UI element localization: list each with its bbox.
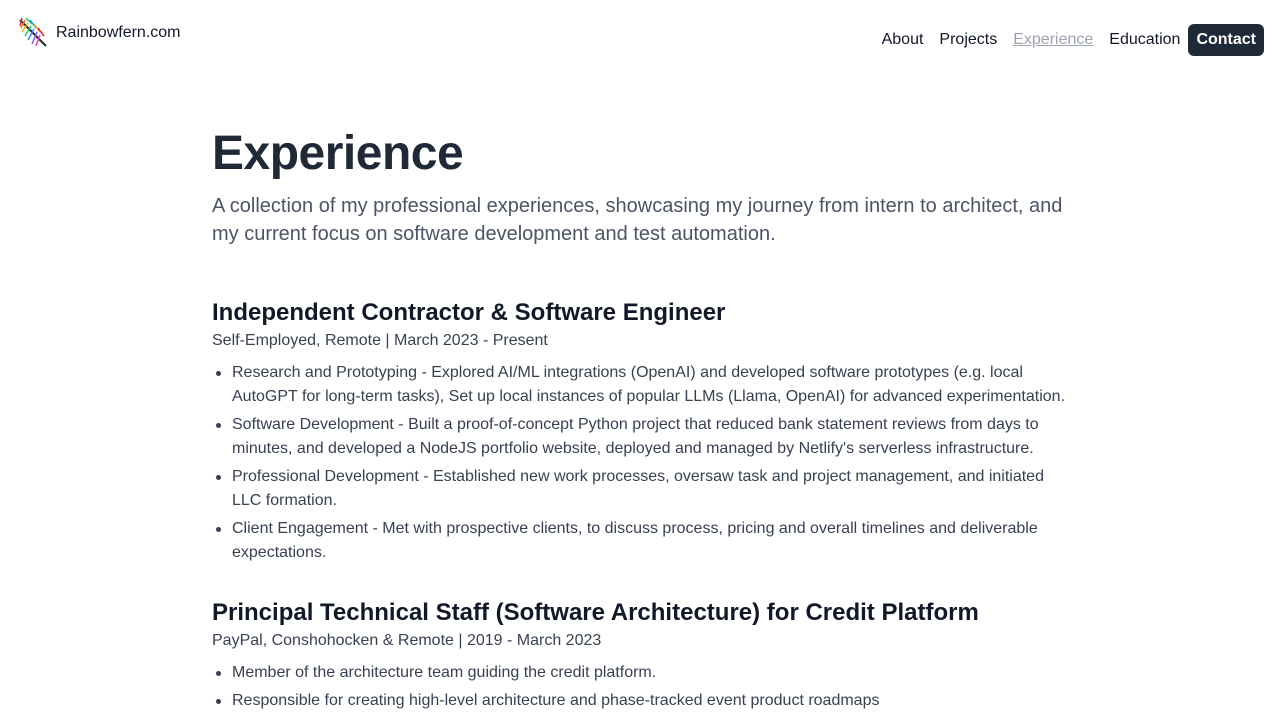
- nav-education[interactable]: Education: [1101, 24, 1188, 56]
- job-title: Principal Technical Staff (Software Arch…: [212, 599, 979, 626]
- main-nav: About Projects Experience Education Cont…: [874, 24, 1264, 56]
- list-item: Software Development - Built a proof-of-…: [212, 413, 1072, 461]
- brand-name: Rainbowfern.com: [56, 24, 181, 41]
- job-meta: PayPal, Conshohocken & Remote | 2019 - M…: [212, 632, 602, 649]
- nav-about[interactable]: About: [874, 24, 932, 56]
- list-item: Professional Development - Established n…: [212, 465, 1072, 513]
- job-entry: Independent Contractor & Software Engine…: [212, 297, 1072, 565]
- list-item: Member of the architecture team guiding …: [212, 661, 1072, 685]
- list-item: Responsible for creating high-level arch…: [212, 689, 1072, 713]
- page-title: Experience: [212, 127, 464, 180]
- job-meta: Self-Employed, Remote | March 2023 - Pre…: [212, 332, 548, 349]
- page-subtitle: A collection of my professional experien…: [212, 195, 1063, 245]
- job-responsibilities: Research and Prototyping - Explored AI/M…: [212, 361, 1072, 565]
- nav-projects[interactable]: Projects: [931, 24, 1005, 56]
- nav-contact-button[interactable]: Contact: [1188, 24, 1264, 56]
- list-item: Client Engagement - Met with prospective…: [212, 517, 1072, 565]
- list-item: Research and Prototyping - Explored AI/M…: [212, 361, 1072, 409]
- job-responsibilities: Member of the architecture team guiding …: [212, 661, 1072, 713]
- job-entry: Principal Technical Staff (Software Arch…: [212, 597, 1072, 713]
- job-title: Independent Contractor & Software Engine…: [212, 299, 726, 326]
- main-content: Experience A collection of my profession…: [212, 124, 1072, 717]
- nav-experience[interactable]: Experience: [1005, 24, 1101, 56]
- fern-logo-icon: [19, 17, 47, 47]
- site-header: Rainbowfern.com About Projects Experienc…: [0, 0, 1280, 80]
- brand-link[interactable]: Rainbowfern.com: [16, 16, 181, 50]
